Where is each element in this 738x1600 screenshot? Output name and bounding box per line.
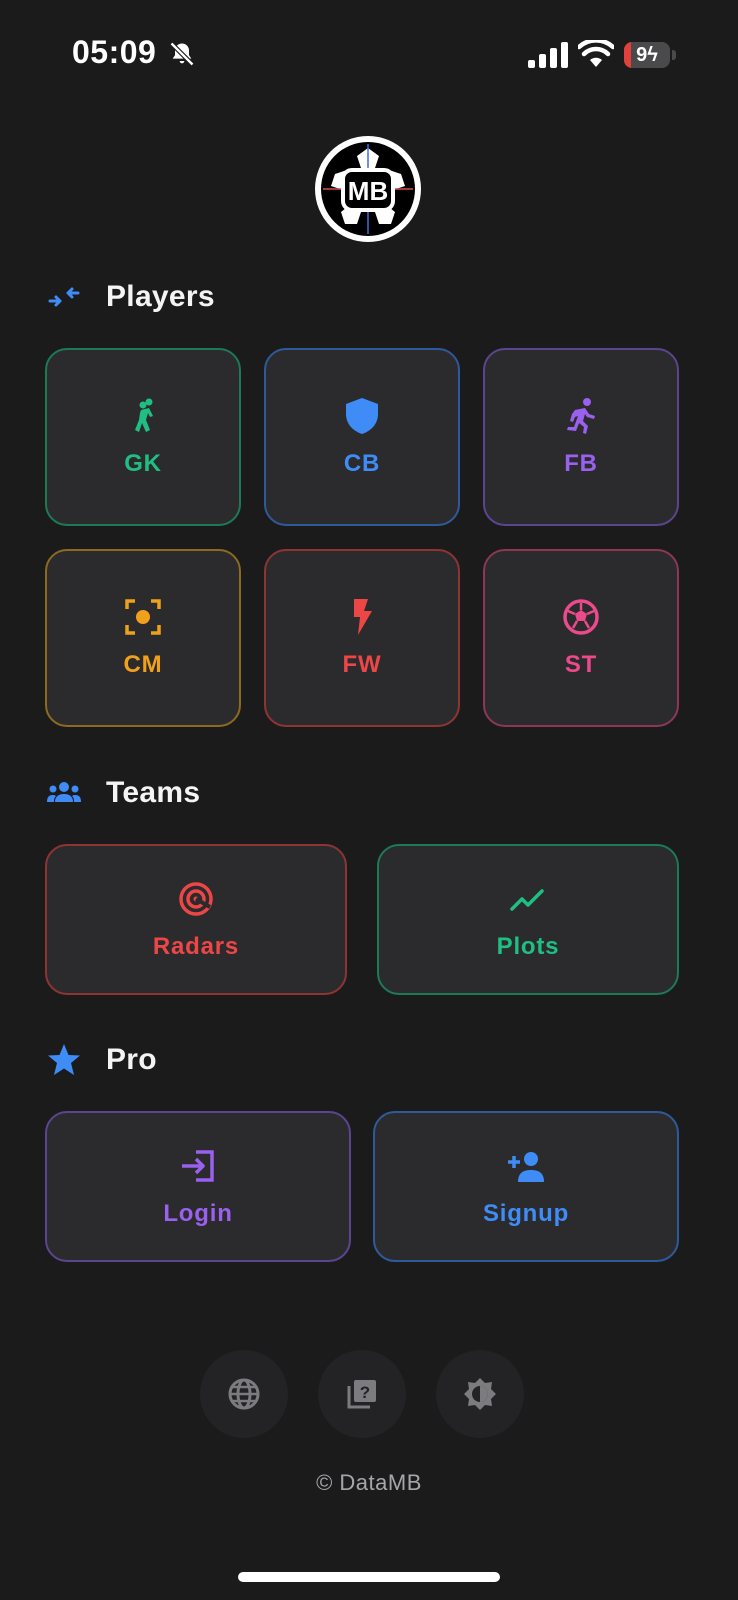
trend-line-icon: [510, 888, 544, 911]
players-section-header: Players: [46, 277, 215, 317]
group-icon: [47, 782, 81, 802]
position-card-cm[interactable]: CM: [45, 549, 241, 727]
battery-icon: 9ϟ: [624, 42, 670, 68]
position-label: GK: [124, 450, 162, 477]
teams-section-header: Teams: [46, 773, 200, 813]
svg-text:?: ?: [360, 1383, 370, 1402]
globe-icon: [228, 1378, 260, 1410]
position-label: ST: [564, 651, 598, 678]
shield-icon: [346, 398, 378, 434]
teams-card-radars[interactable]: Radars: [45, 844, 347, 995]
goalkeeper-icon: [135, 398, 153, 432]
language-button[interactable]: [200, 1350, 288, 1438]
running-icon: [567, 398, 595, 434]
logo-text: MB: [348, 176, 388, 206]
datamb-logo: MB: [315, 136, 421, 242]
battery-level: 9ϟ: [624, 42, 670, 68]
login-button[interactable]: Login: [45, 1111, 351, 1262]
swap-arrows-icon: [48, 287, 80, 307]
position-label: FW: [342, 651, 382, 678]
help-button[interactable]: ?: [318, 1350, 406, 1438]
help-library-icon: ?: [347, 1380, 376, 1409]
login-label: Login: [163, 1199, 233, 1227]
teams-title: Teams: [106, 776, 201, 809]
wifi-icon: [578, 40, 614, 67]
status-bar: 05:09 9ϟ: [0, 0, 738, 110]
home-indicator[interactable]: [238, 1572, 500, 1582]
star-icon: [48, 1044, 80, 1075]
add-user-icon: [508, 1151, 544, 1182]
bolt-icon: [354, 599, 372, 635]
position-card-fw[interactable]: FW: [264, 549, 460, 727]
status-time: 05:09: [72, 34, 157, 70]
pro-title: Pro: [106, 1043, 157, 1076]
brightness-icon: [464, 1378, 496, 1410]
signup-button[interactable]: Signup: [373, 1111, 679, 1262]
battery-level-text: 9: [636, 44, 648, 66]
players-title: Players: [106, 280, 215, 313]
position-card-st[interactable]: ST: [483, 549, 679, 727]
pro-section-header: Pro: [46, 1040, 157, 1080]
position-label: FB: [564, 450, 598, 477]
soccer-ball-icon: [563, 599, 599, 635]
position-label: CB: [343, 450, 381, 477]
battery-nub: [672, 50, 676, 60]
center-focus-icon: [125, 599, 161, 635]
login-icon: [182, 1149, 214, 1182]
position-card-gk[interactable]: GK: [45, 348, 241, 526]
radar-icon: [179, 881, 213, 916]
signup-label: Signup: [482, 1199, 570, 1227]
teams-label: Plots: [496, 932, 560, 960]
teams-label: Radars: [152, 932, 240, 960]
charging-bolt-icon: ϟ: [647, 44, 658, 66]
bell-muted-icon: [169, 41, 195, 67]
position-label: CM: [123, 651, 163, 678]
theme-toggle-button[interactable]: [436, 1350, 524, 1438]
cell-signal-icon: [528, 42, 568, 68]
position-card-cb[interactable]: CB: [264, 348, 460, 526]
position-card-fb[interactable]: FB: [483, 348, 679, 526]
teams-card-plots[interactable]: Plots: [377, 844, 679, 995]
copyright-text: © DataMB: [316, 1470, 422, 1495]
